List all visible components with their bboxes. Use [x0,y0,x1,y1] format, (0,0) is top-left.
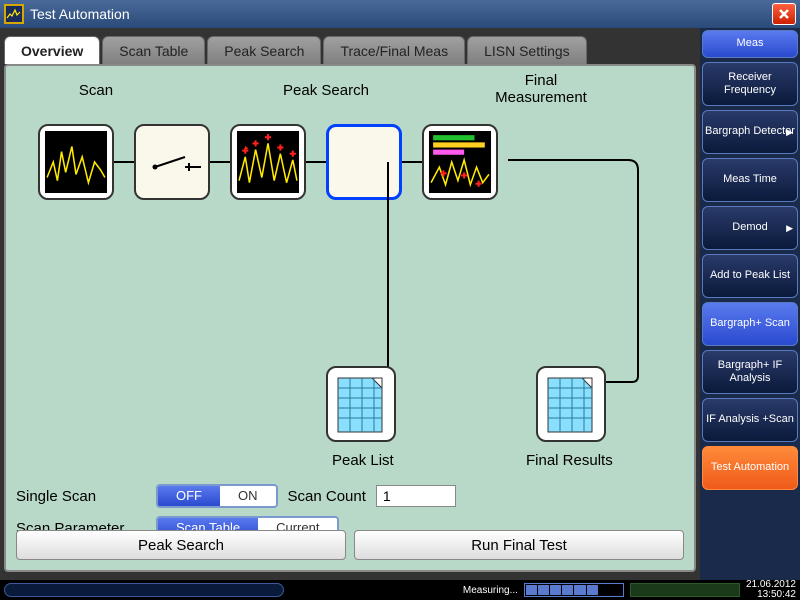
final-meas-node[interactable] [422,124,498,200]
sidebar-if-analysis-scan[interactable]: IF Analysis +Scan [702,398,798,442]
tab-overview[interactable]: Overview [4,36,100,64]
sidebar-receiver-frequency[interactable]: Receiver Frequency [702,62,798,106]
scan-node[interactable] [38,124,114,200]
single-scan-toggle[interactable]: OFF ON [156,484,278,508]
single-scan-off[interactable]: OFF [158,486,220,506]
peak-search-button[interactable]: Peak Search [16,530,346,560]
peak-list-label: Peak List [332,452,394,469]
single-scan-label: Single Scan [16,488,146,505]
tab-bar: Overview Scan Table Peak Search Trace/Fi… [4,32,696,64]
chevron-right-icon: ▶ [786,127,793,138]
progress-indicator [524,583,624,597]
status-datetime: 21.06.2012 13:50:42 [746,580,796,600]
tab-lisn[interactable]: LISN Settings [467,36,587,64]
final-results-node[interactable] [536,366,606,442]
tab-trace-final[interactable]: Trace/Final Meas [323,36,465,64]
peak-search-node[interactable] [230,124,306,200]
sidebar-test-automation[interactable]: Test Automation [702,446,798,490]
sidebar-bargraph-detector[interactable]: Bargraph Detector▶ [702,110,798,154]
status-field [630,583,740,597]
sidebar-add-peak-list[interactable]: Add to Peak List [702,254,798,298]
close-button[interactable] [772,3,796,25]
sidebar-bargraph-scan[interactable]: Bargraph+ Scan [702,302,798,346]
selected-node[interactable] [326,124,402,200]
status-track [4,583,284,597]
sidebar-header[interactable]: Meas [702,30,798,58]
final-results-label: Final Results [526,452,613,469]
flow-diagram [38,122,662,202]
tab-scan-table[interactable]: Scan Table [102,36,205,64]
window-title: Test Automation [30,6,772,22]
run-final-test-button[interactable]: Run Final Test [354,530,684,560]
peak-search-label: Peak Search [226,82,426,106]
single-scan-on[interactable]: ON [220,486,276,506]
sidebar: Meas Receiver Frequency Bargraph Detecto… [700,28,800,580]
scan-count-label: Scan Count [288,488,366,505]
chevron-right-icon: ▶ [786,223,793,234]
status-measuring: Measuring... [463,585,518,596]
tab-peak-search[interactable]: Peak Search [207,36,321,64]
titlebar: Test Automation [0,0,800,28]
overview-panel: Scan Peak Search Final Measurement [4,64,696,572]
final-meas-label: Final Measurement [466,72,616,106]
scan-label: Scan [46,82,146,106]
peak-list-node[interactable] [326,366,396,442]
scan-count-input[interactable] [376,485,456,507]
sidebar-demod[interactable]: Demod▶ [702,206,798,250]
app-icon [4,4,24,24]
status-bar: Measuring... 21.06.2012 13:50:42 [0,580,800,600]
sidebar-bargraph-if[interactable]: Bargraph+ IF Analysis [702,350,798,394]
sidebar-meas-time[interactable]: Meas Time [702,158,798,202]
switch-node[interactable] [134,124,210,200]
